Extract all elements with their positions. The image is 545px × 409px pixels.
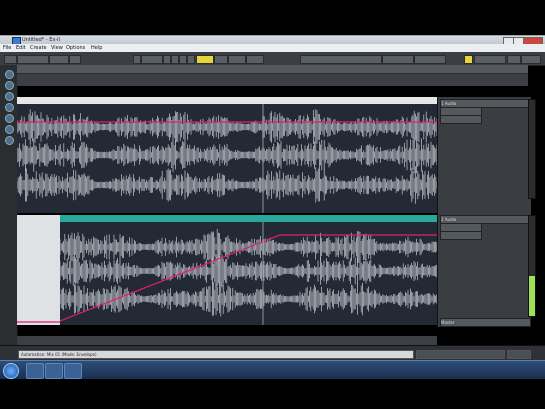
track-2-name: 2 Audio [441, 217, 457, 222]
overview-bar[interactable] [17, 65, 528, 74]
track-1-meter[interactable] [528, 99, 536, 199]
tool-icon[interactable] [5, 103, 14, 112]
tool-icon[interactable] [5, 136, 14, 145]
track-2-output[interactable] [440, 231, 482, 240]
toolbar-button[interactable] [179, 55, 187, 64]
toolbar-button[interactable] [17, 55, 49, 64]
toolbar-button[interactable] [507, 55, 521, 64]
toolbar-button[interactable] [49, 55, 69, 64]
toolbar-button[interactable] [171, 55, 179, 64]
toolbar-button[interactable] [141, 55, 163, 64]
start-orb-icon[interactable] [3, 363, 19, 379]
status-bar: Automation: Mix 01 (Mode: Envelope) [0, 345, 545, 361]
toolbar-button[interactable] [246, 55, 264, 64]
bottom-time-ruler[interactable] [17, 336, 437, 345]
toolbar-toggle[interactable] [464, 55, 473, 64]
menu-options[interactable]: Options [66, 45, 85, 51]
toolbar-button[interactable] [414, 55, 446, 64]
audio-event-header-2[interactable] [60, 215, 437, 222]
toolbar-button[interactable] [214, 55, 228, 64]
app-icon[interactable] [64, 363, 82, 379]
status-button[interactable] [507, 350, 531, 359]
status-field [416, 350, 505, 359]
mixer-panel: 1 Audio 2 Audio Master [437, 97, 536, 327]
track-2-meter[interactable] [528, 215, 536, 317]
menu-create[interactable]: Create [30, 45, 47, 51]
status-text: Automation: Mix 01 (Mode: Envelope) [18, 350, 414, 359]
track-1-output[interactable] [440, 115, 482, 124]
master-label: Master [441, 320, 455, 325]
waveform-track-2 [60, 215, 437, 325]
audio-event-header-1[interactable] [17, 97, 437, 104]
toolbar-button[interactable] [69, 55, 81, 64]
toolbar-button[interactable] [300, 55, 382, 64]
menu-edit[interactable]: Edit [16, 45, 26, 51]
toolbar-button[interactable] [521, 55, 541, 64]
toolbar-button[interactable] [382, 55, 414, 64]
tool-icon[interactable] [5, 70, 14, 79]
tool-icon[interactable] [5, 114, 14, 123]
waveform-track-1 [17, 97, 437, 213]
track-1-name: 1 Audio [441, 101, 457, 106]
audio-track-2-lane[interactable] [60, 215, 437, 325]
menu-view[interactable]: View [51, 45, 63, 51]
empty-lane-region[interactable] [17, 215, 60, 325]
toolbar-button[interactable] [133, 55, 141, 64]
master-channel[interactable]: Master [440, 318, 531, 327]
taskbar [0, 360, 545, 379]
toolbar-button[interactable] [474, 55, 506, 64]
tool-icon[interactable] [5, 92, 14, 101]
automation-line-pre [17, 321, 60, 323]
toolbar-button[interactable] [4, 55, 17, 64]
bar-ruler[interactable] [17, 74, 528, 86]
menu-help[interactable]: Help [91, 45, 102, 51]
toolbar-toggle[interactable] [196, 55, 214, 64]
window-title: Untitled* - Ex-ll [22, 37, 60, 43]
toolbar-button[interactable] [228, 55, 246, 64]
audio-track-1-lane[interactable] [17, 97, 437, 213]
media-icon[interactable] [45, 363, 63, 379]
tool-icon[interactable] [5, 125, 14, 134]
menu-file[interactable]: File [3, 45, 11, 51]
toolbar-button[interactable] [187, 55, 195, 64]
tool-icon[interactable] [5, 81, 14, 90]
transport-toolbar [0, 52, 545, 66]
toolbar-button[interactable] [163, 55, 171, 64]
timeline-ruler[interactable] [17, 65, 528, 86]
folder-icon[interactable] [26, 363, 44, 379]
left-tool-strip [0, 65, 18, 345]
